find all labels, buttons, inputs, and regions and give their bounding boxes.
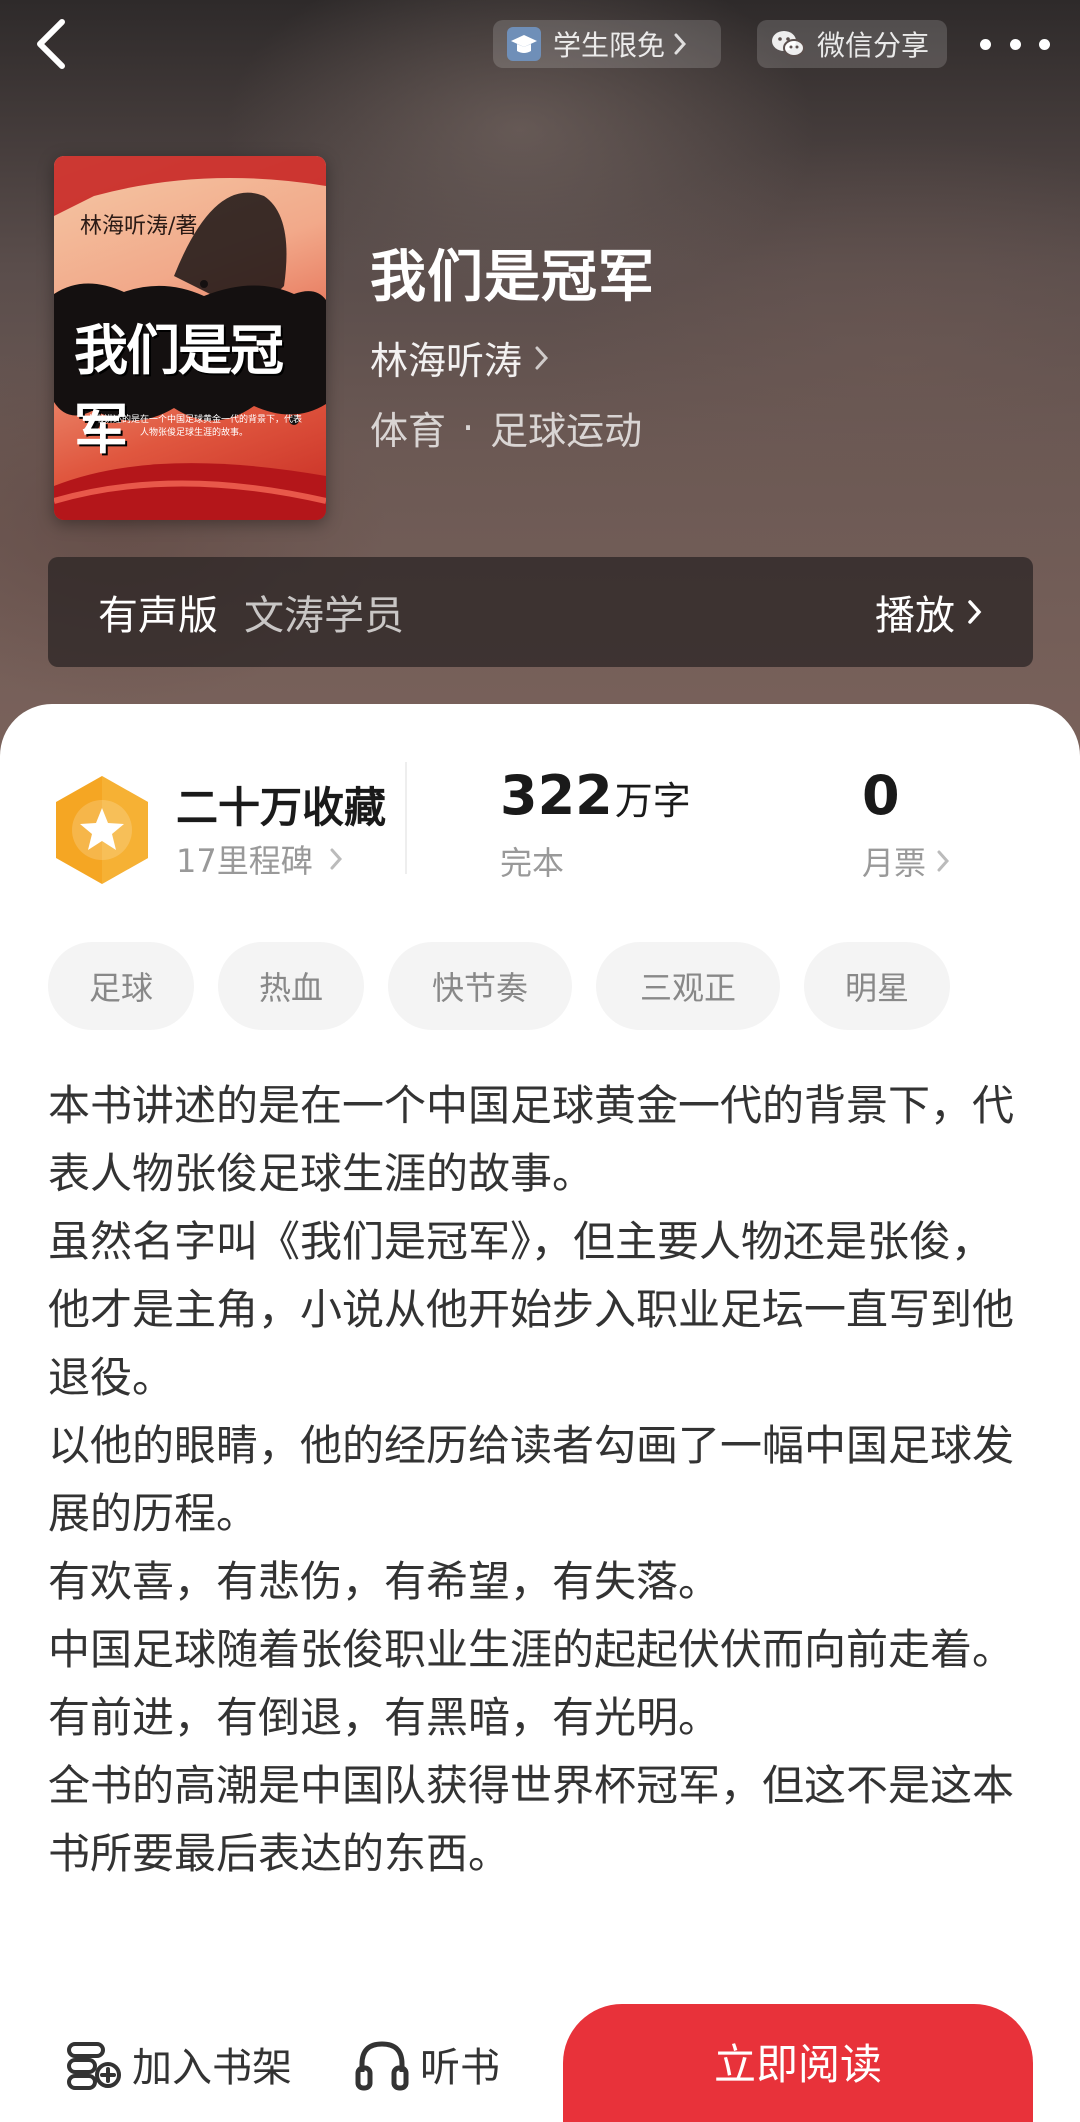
book-title: 我们是冠军 <box>370 245 655 310</box>
audio-version-bar[interactable]: 有声版 文涛学员 播放 <box>48 557 1033 667</box>
description-paragraph: 有前进，有倒退，有黑暗，有光明。 <box>48 1693 721 1742</box>
chevron-right-icon <box>967 598 983 626</box>
more-dot <box>980 38 991 50</box>
genre-main: 体育 <box>370 409 447 453</box>
description-paragraph: 有欢喜，有悲伤，有希望，有失落。 <box>48 1557 721 1606</box>
word-count-number: 322 <box>500 764 613 827</box>
monthly-tickets-count: 0 <box>862 764 900 827</box>
tag-item[interactable]: 热血 <box>218 942 364 1030</box>
read-now-button[interactable]: 立即阅读 <box>563 2004 1033 2122</box>
cover-title: 我们是冠军 <box>74 318 284 461</box>
book-cover[interactable]: 林海听涛/著 我们是冠军 本书讲述的是在一个中国足球黄金一代的背景下，代表人物张… <box>54 156 326 520</box>
book-genre: 体育 · 足球运动 <box>370 400 642 455</box>
milestones-link[interactable]: 17里程碑 <box>176 836 343 882</box>
description-paragraph: 全书的高潮是中国队获得世界杯冠军，但这不是这本书所要最后表达的东西。 <box>48 1761 1015 1878</box>
stats-row: 二十万收藏 17里程碑 322 万字 完本 0 月票 <box>0 754 1080 904</box>
listen-button[interactable]: 听书 <box>354 2026 500 2102</box>
student-free-button[interactable]: 学生限免 <box>493 20 721 68</box>
add-to-shelf-label: 加入书架 <box>132 2045 292 2091</box>
more-dot <box>1039 38 1050 50</box>
chevron-right-icon <box>936 849 950 873</box>
wechat-share-label: 微信分享 <box>817 29 930 62</box>
audio-narrator: 文涛学员 <box>244 593 404 639</box>
star-badge-icon <box>56 776 148 884</box>
book-description: 本书讲述的是在一个中国足球黄金一代的背景下，代表人物张俊足球生涯的故事。 虽然名… <box>48 1072 1033 1888</box>
author-link[interactable]: 林海听涛 <box>370 330 550 385</box>
add-shelf-icon <box>66 2038 122 2090</box>
chevron-right-icon <box>673 32 687 56</box>
headphones-icon <box>354 2036 410 2092</box>
cover-blurb: 本书讲述的是在一个中国足球黄金一代的背景下，代表人物张俊足球生涯的故事。 <box>85 415 302 438</box>
word-count: 322 万字 <box>500 764 691 827</box>
author-name: 林海听涛 <box>370 339 523 383</box>
wechat-share-button[interactable]: 微信分享 <box>757 20 947 68</box>
description-paragraph: 中国足球随着张俊职业生涯的起起伏伏而向前走着。 <box>48 1625 1015 1674</box>
milestones-label: 17里程碑 <box>176 842 313 880</box>
audio-play-label: 播放 <box>875 593 955 639</box>
tag-list: 足球 热血 快节奏 三观正 明星 <box>48 942 974 1030</box>
audio-play-button[interactable]: 播放 <box>875 583 983 641</box>
bottom-action-bar: 加入书架 听书 立即阅读 <box>0 2000 1080 2122</box>
monthly-tickets-link[interactable]: 月票 <box>862 838 950 884</box>
add-to-shelf-button[interactable]: 加入书架 <box>66 2026 292 2102</box>
tag-item[interactable]: 足球 <box>48 942 194 1030</box>
genre-sub: 足球运动 <box>490 409 643 453</box>
student-free-label: 学生限免 <box>553 29 666 62</box>
genre-separator: · <box>462 405 475 450</box>
more-dot <box>1009 38 1021 50</box>
completion-status: 完本 <box>500 844 565 882</box>
chevron-right-icon <box>534 344 550 372</box>
tag-item[interactable]: 明星 <box>804 942 950 1030</box>
tag-item[interactable]: 快节奏 <box>388 942 572 1030</box>
top-bar: 学生限免 微信分享 <box>0 0 1080 90</box>
cover-author: 林海听涛/著 <box>80 214 198 239</box>
word-count-unit: 万字 <box>614 779 691 823</box>
wechat-icon <box>771 27 805 61</box>
chevron-right-icon <box>329 847 343 871</box>
tag-item[interactable]: 三观正 <box>596 942 780 1030</box>
description-paragraph: 以他的眼睛，他的经历给读者勾画了一幅中国足球发展的历程。 <box>48 1421 1015 1538</box>
favorites-count: 二十万收藏 <box>176 783 387 832</box>
description-paragraph: 本书讲述的是在一个中国足球黄金一代的背景下，代表人物张俊足球生涯的故事。 <box>48 1081 1015 1198</box>
listen-label: 听书 <box>420 2045 500 2091</box>
stats-divider <box>405 762 407 874</box>
description-paragraph: 虽然名字叫《我们是冠军》，但主要人物还是张俊，他才是主角，小说从他开始步入职业足… <box>48 1217 1015 1402</box>
back-button[interactable] <box>22 14 82 74</box>
chevron-left-icon <box>37 19 65 69</box>
more-button[interactable] <box>980 26 1050 62</box>
audio-label: 有声版 <box>98 593 218 639</box>
graduation-cap-icon <box>507 27 541 61</box>
monthly-tickets-label: 月票 <box>862 844 927 882</box>
